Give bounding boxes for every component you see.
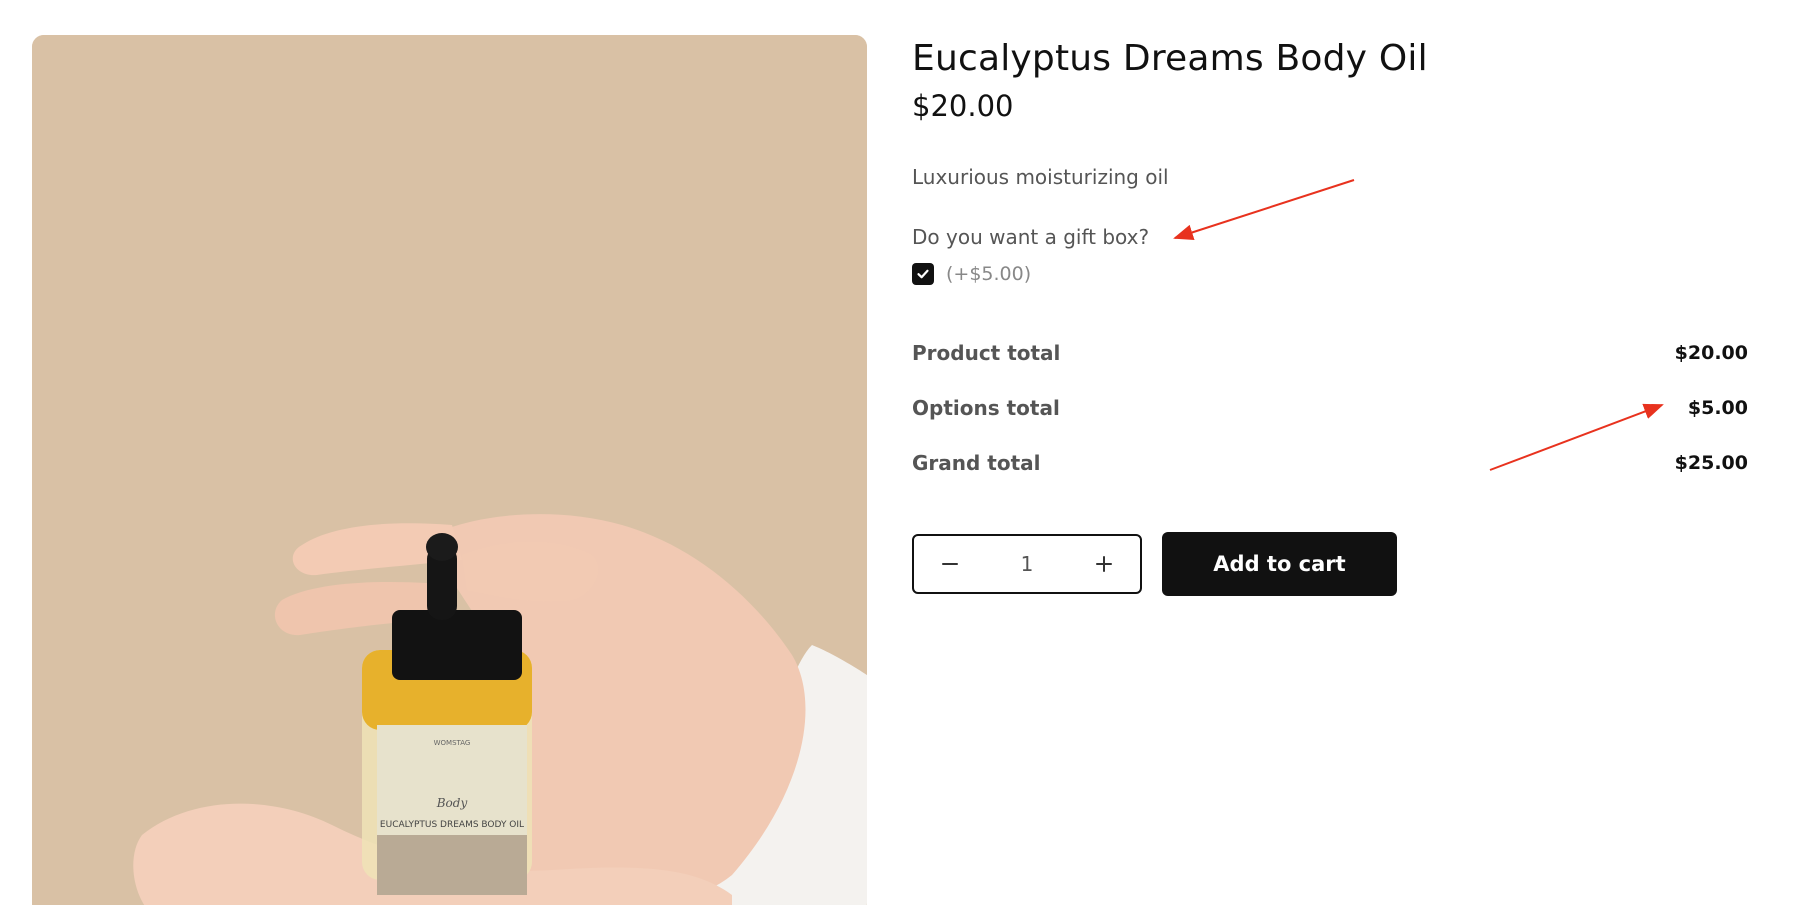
gift-box-question: Do you want a gift box? (912, 225, 1150, 249)
purchase-actions: 1 Add to cart (912, 532, 1748, 596)
totals-summary: Product total $20.00 Options total $5.00… (912, 325, 1748, 490)
gift-box-checkbox[interactable] (912, 263, 934, 285)
gift-box-price: (+$5.00) (946, 263, 1032, 285)
decrease-quantity-button[interactable] (938, 552, 962, 576)
bottle-category-label: Body (436, 796, 468, 810)
product-price: $20.00 (912, 89, 1014, 123)
product-total-row: Product total $20.00 (912, 325, 1748, 380)
grand-total-label: Grand total (912, 450, 1041, 475)
increase-quantity-button[interactable] (1092, 552, 1116, 576)
product-description: Luxurious moisturizing oil (912, 165, 1169, 189)
product-total-label: Product total (912, 340, 1061, 365)
options-total-value: $5.00 (1687, 396, 1748, 419)
product-total-value: $20.00 (1674, 341, 1748, 364)
product-page: WOMSTAG Body EUCALYPTUS DREAMS BODY OIL … (0, 0, 1801, 905)
quantity-stepper: 1 (912, 534, 1142, 594)
grand-total-value: $25.00 (1674, 451, 1748, 474)
add-to-cart-button[interactable]: Add to cart (1162, 532, 1397, 596)
bottle-brand-label: WOMSTAG (434, 739, 471, 747)
gift-box-option: (+$5.00) (912, 263, 1748, 285)
options-total-label: Options total (912, 395, 1060, 420)
options-total-row: Options total $5.00 (912, 380, 1748, 435)
plus-icon (1095, 556, 1112, 572)
minus-icon (942, 563, 958, 565)
product-info: Eucalyptus Dreams Body Oil $20.00 Luxuri… (912, 35, 1748, 596)
bottle-name-label: EUCALYPTUS DREAMS BODY OIL (380, 820, 524, 830)
quantity-input[interactable]: 1 (1021, 552, 1034, 576)
product-photo: WOMSTAG Body EUCALYPTUS DREAMS BODY OIL (32, 35, 867, 905)
product-title: Eucalyptus Dreams Body Oil (912, 38, 1428, 79)
product-image: WOMSTAG Body EUCALYPTUS DREAMS BODY OIL (32, 35, 867, 905)
grand-total-row: Grand total $25.00 (912, 435, 1748, 490)
check-icon (917, 269, 929, 279)
